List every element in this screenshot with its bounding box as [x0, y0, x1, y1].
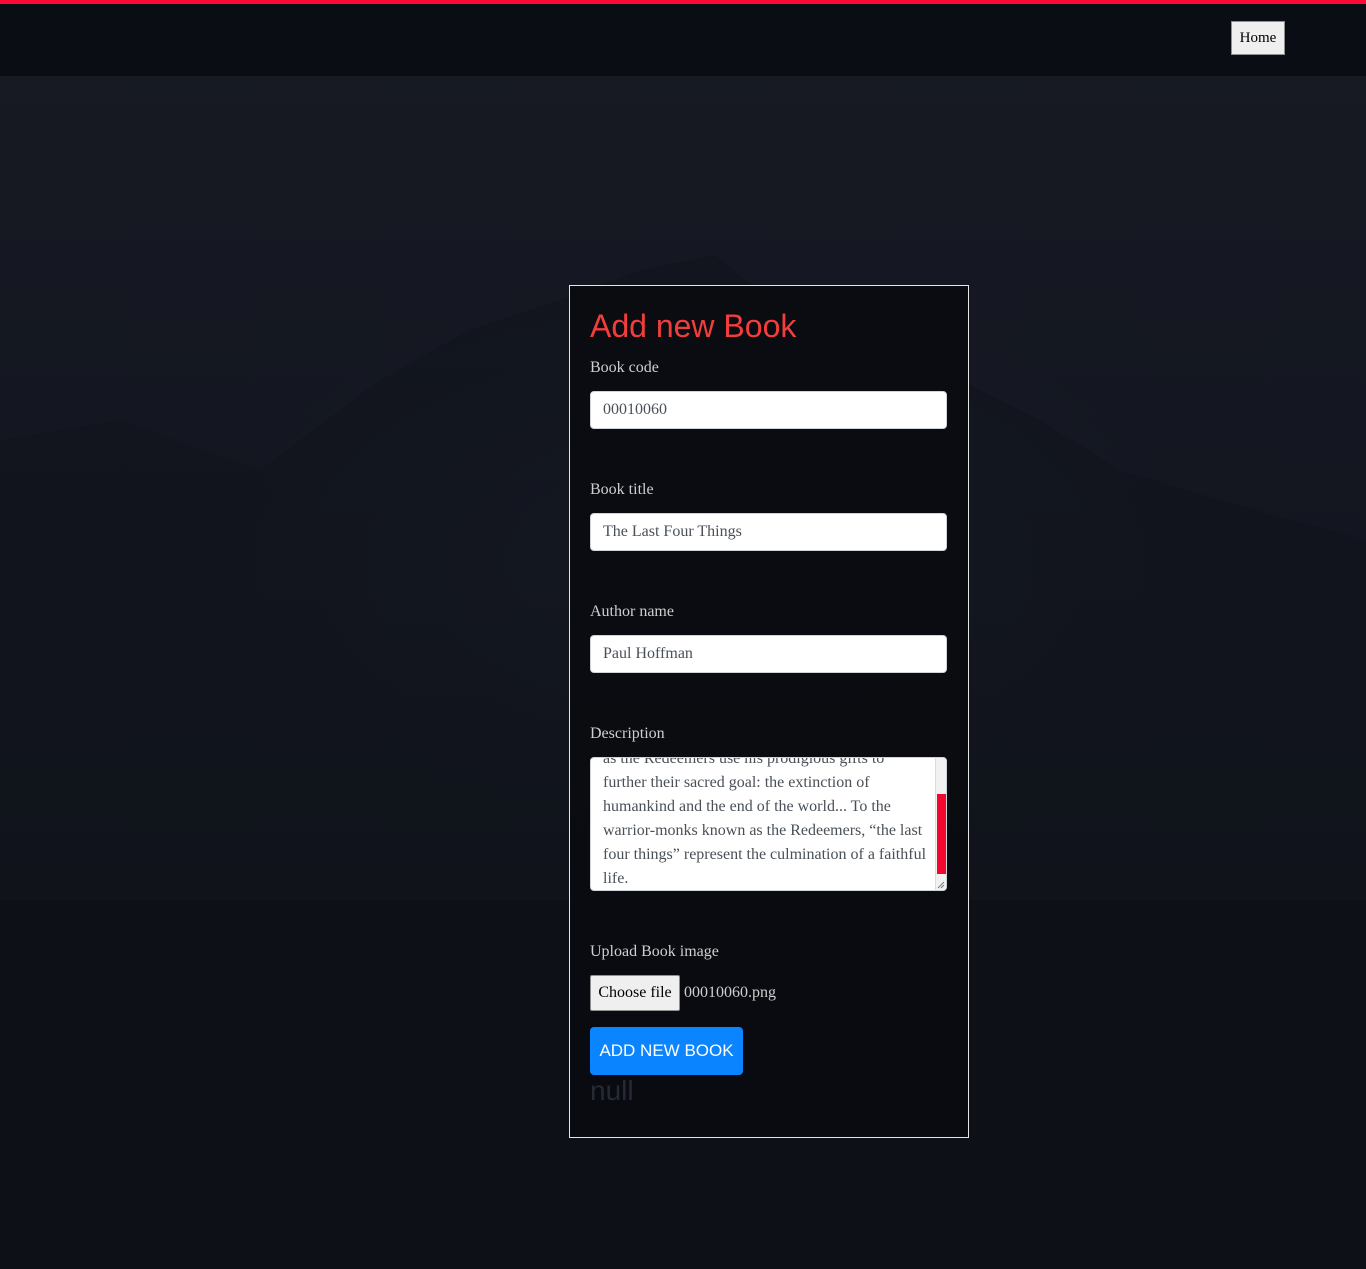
description-scrollbar[interactable] — [935, 758, 946, 890]
book-code-input[interactable] — [590, 391, 947, 429]
add-new-book-button[interactable]: ADD NEW BOOK — [590, 1027, 743, 1075]
book-title-label: Book title — [590, 481, 654, 498]
form-title: Add new Book — [590, 308, 797, 344]
author-name-label: Author name — [590, 603, 674, 620]
status-message: null — [590, 1075, 634, 1106]
author-name-input[interactable] — [590, 635, 947, 673]
home-button[interactable]: Home — [1231, 21, 1285, 55]
description-textarea[interactable]: as the Redeemers use his prodigious gift… — [590, 757, 947, 891]
resize-grip-icon[interactable] — [936, 880, 945, 889]
selected-file-name: 00010060.png — [684, 984, 776, 1001]
add-book-form: Add new Book Book code Book title Author… — [569, 285, 969, 1138]
upload-image-label: Upload Book image — [590, 943, 719, 960]
navbar: Home — [0, 4, 1366, 76]
description-scrollbar-thumb[interactable] — [937, 794, 946, 874]
description-label: Description — [590, 725, 665, 742]
description-text: as the Redeemers use his prodigious gift… — [603, 757, 927, 887]
choose-file-button[interactable]: Choose file — [590, 975, 680, 1011]
book-title-input[interactable] — [590, 513, 947, 551]
book-code-label: Book code — [590, 359, 659, 376]
